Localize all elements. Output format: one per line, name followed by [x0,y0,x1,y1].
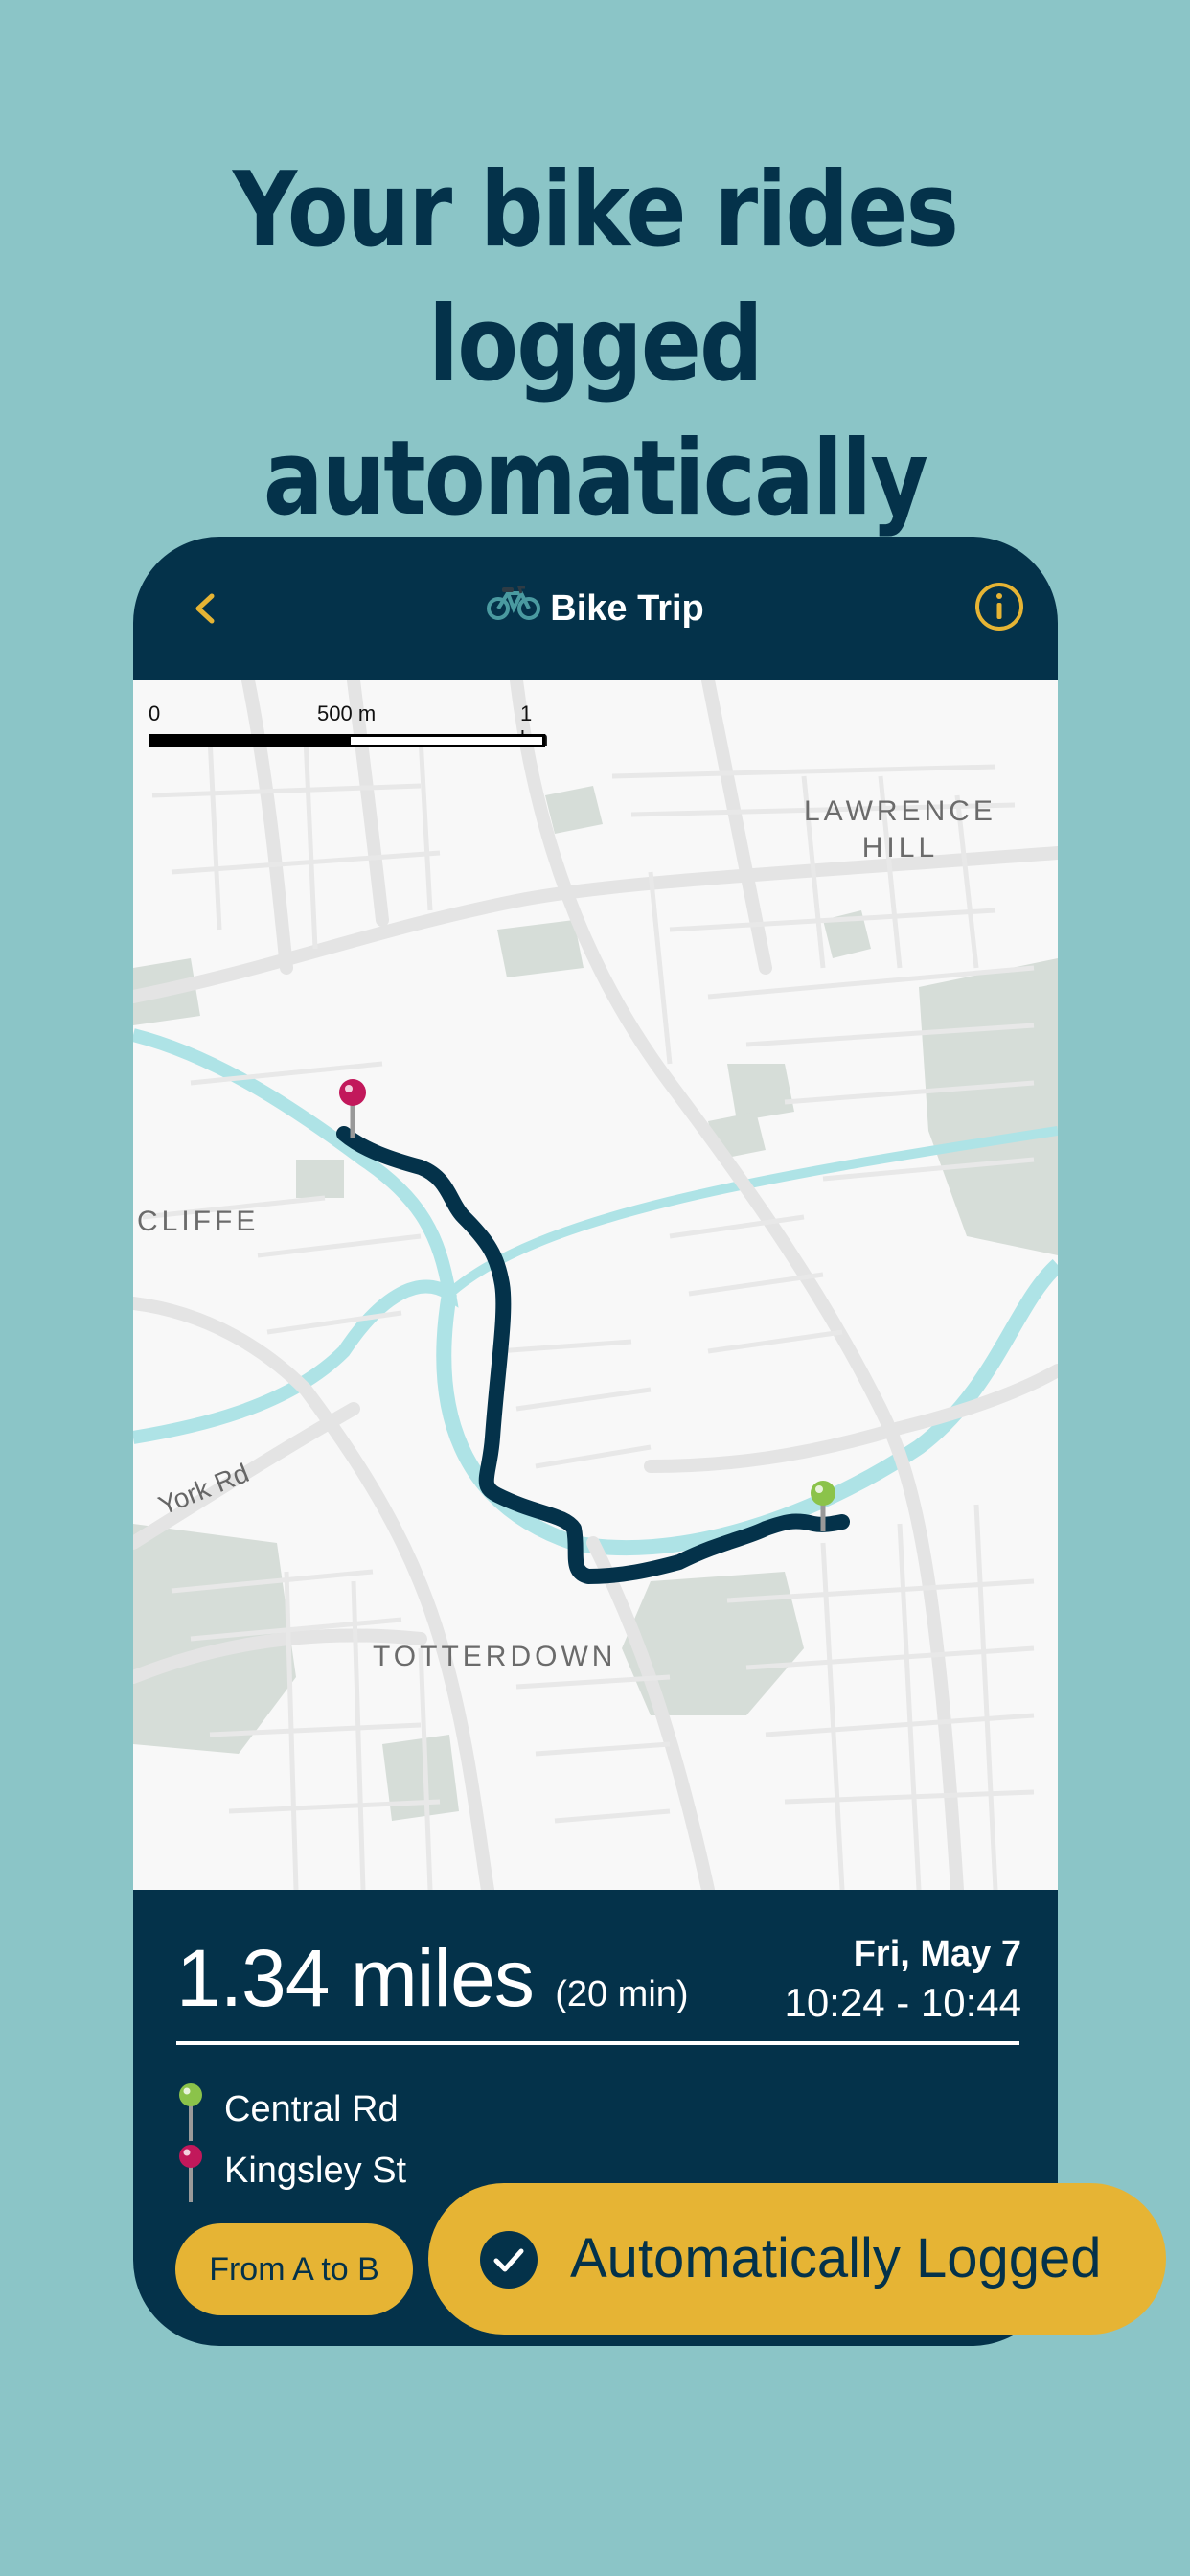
info-button[interactable] [973,581,1025,632]
automatically-logged-badge: Automatically Logged [428,2183,1166,2334]
scale-bar [149,734,545,748]
place-label-lawrence-hill: LAWRENCE HILL [804,795,996,863]
trip-duration: (20 min) [555,1974,689,2014]
start-location-label: Central Rd [224,2089,399,2129]
place-label-cliffe: CLIFFE [137,1206,260,1237]
map-scale: 0 500 m 1 km [149,692,551,750]
summary-divider [176,2041,1019,2045]
headline: Your bike rides logged automatically [83,144,1107,546]
headline-line-1: Your bike rides [232,150,959,270]
route-map[interactable]: 0 500 m 1 km LAWRENCE HILL CLIFFE TOTTER… [133,680,1058,1890]
start-pin-icon [179,2083,202,2141]
end-location-label: Kingsley St [224,2150,407,2191]
trip-purpose-button[interactable]: From A to B [175,2223,413,2315]
bicycle-icon [487,584,541,636]
top-bar: Bike Trip [133,537,1058,680]
trip-date: Fri, May 7 [853,1934,1021,1974]
phone-frame: Bike Trip 0 500 m 1 LAWRENCE HILL CLIFFE… [133,537,1058,2346]
info-circle-icon [975,583,1023,631]
scale-label-zero: 0 [149,702,161,725]
title-text: Bike Trip [550,588,704,629]
trip-distance: 1.34 miles (20 min) [176,1932,689,2040]
automatically-logged-label: Automatically Logged [570,2227,1102,2289]
distance-value: 1.34 miles [176,1933,535,2023]
place-label-totterdown: TOTTERDOWN [373,1641,617,1672]
trip-time-range: 10:24 - 10:44 [784,1980,1021,2025]
scale-label-mid: 500 m [317,702,377,725]
headline-line-2: logged automatically [263,285,928,539]
check-circle-icon [480,2231,538,2288]
screen-title: Bike Trip [133,583,1058,636]
end-pin-icon [179,2145,202,2202]
